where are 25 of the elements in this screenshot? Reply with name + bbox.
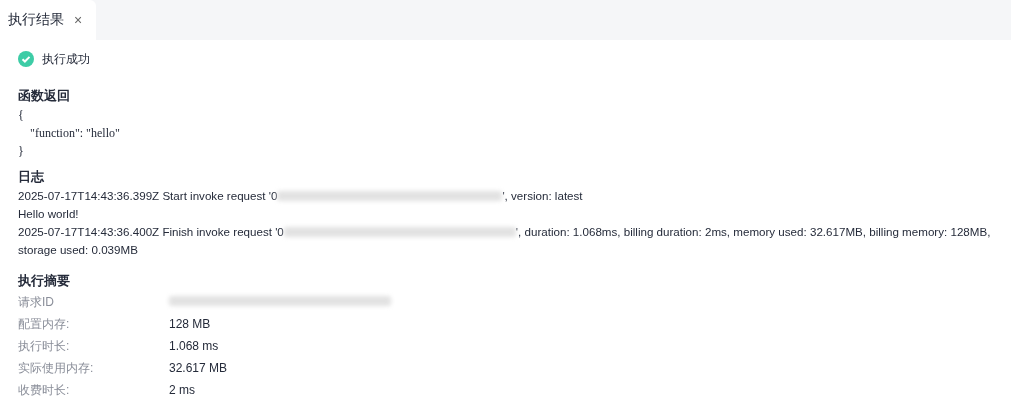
tab[interactable]: 执行结果 × bbox=[0, 0, 97, 40]
field-label: 配置内存: bbox=[18, 316, 71, 333]
field-label: 请求ID bbox=[18, 294, 55, 311]
log-text: 2025-07-17T14:43:36.400Z Finish invoke request '0 bbox=[18, 224, 284, 240]
code-line: } bbox=[18, 143, 25, 160]
close-icon[interactable]: × bbox=[74, 12, 83, 28]
field-label: 实际使用内存: bbox=[18, 360, 95, 377]
field-value: 128 MB bbox=[169, 317, 211, 331]
log-text: Hello world! bbox=[18, 206, 79, 222]
section-title: 日志 bbox=[18, 168, 45, 186]
status-text: 执行成功 bbox=[42, 50, 90, 68]
log-text: ', version: latest bbox=[502, 188, 583, 204]
code-line: { bbox=[18, 107, 25, 124]
field-value: 2 ms bbox=[169, 383, 195, 397]
log-text: ', duration: 1.068ms, billing duration: 2ms, memory used: 32.617MB, billing memory: 128MB, bbox=[515, 224, 991, 240]
log-text: 2025-07-17T14:43:36.399Z Start invoke request '0 bbox=[18, 188, 278, 204]
field-value: 32.617 MB bbox=[169, 361, 228, 375]
log-text: storage used: 0.039MB bbox=[18, 242, 138, 258]
field-value: 1.068 ms bbox=[169, 339, 219, 353]
field-label: 执行时长: bbox=[18, 338, 71, 355]
section-title: 函数返回 bbox=[18, 87, 71, 105]
check-circle-icon bbox=[18, 51, 34, 67]
code-line: "function": "hello" bbox=[29, 125, 121, 142]
field-label: 收费时长: bbox=[18, 382, 71, 399]
section-title: 执行摘要 bbox=[18, 272, 71, 290]
